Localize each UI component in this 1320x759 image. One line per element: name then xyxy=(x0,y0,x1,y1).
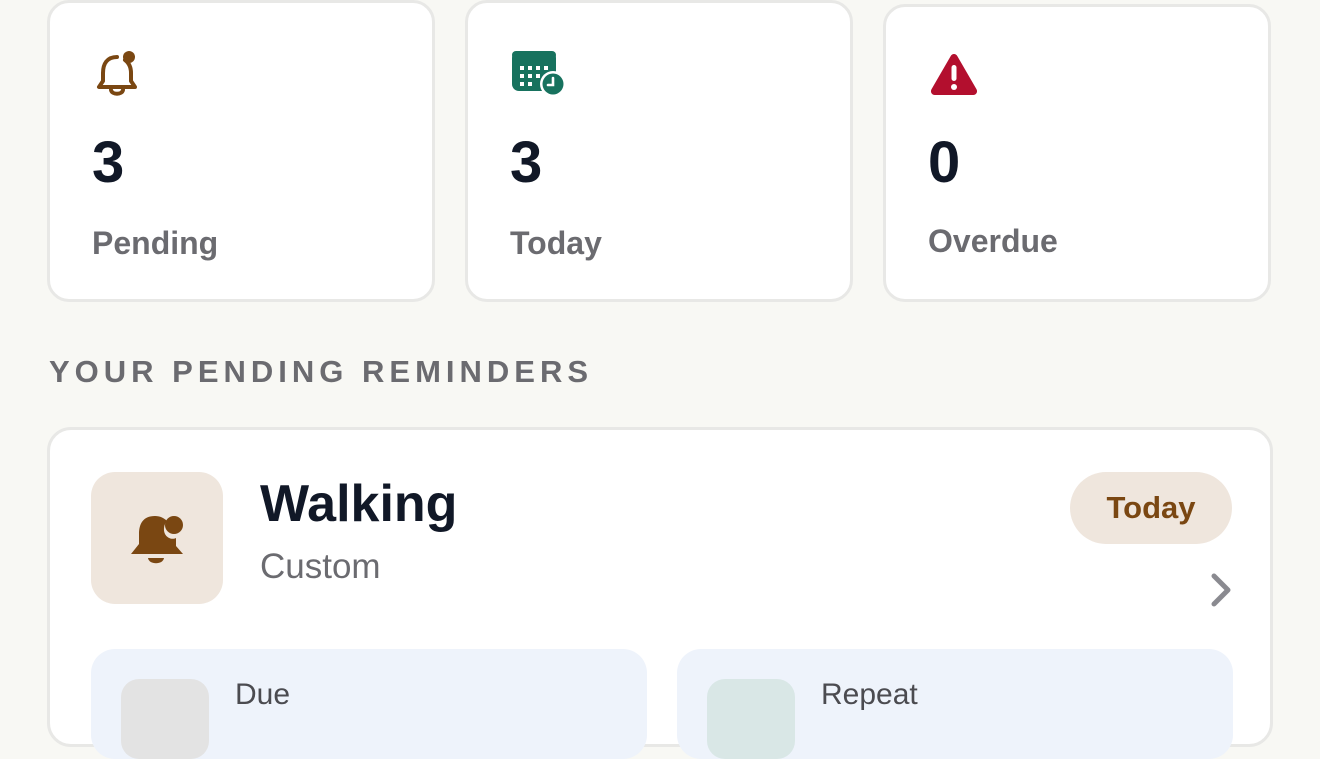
stat-label: Overdue xyxy=(928,223,1058,259)
reminder-title: Walking xyxy=(260,475,458,533)
stat-label: Pending xyxy=(92,225,219,261)
repeat-info: Repeat xyxy=(677,649,1233,759)
due-label: Due xyxy=(235,678,291,711)
reminder-card[interactable]: Walking Custom Today Due Repeat xyxy=(47,427,1273,759)
stat-value: 3 xyxy=(92,130,125,195)
reminder-icon-box xyxy=(91,472,223,604)
stat-value: 0 xyxy=(928,130,961,195)
bell-icon xyxy=(131,516,183,564)
repeat-icon xyxy=(707,679,795,759)
chevron-right-icon[interactable] xyxy=(1206,570,1236,615)
stat-card-overdue[interactable]: 0 Overdue xyxy=(883,4,1271,302)
reminder-subtitle: Custom xyxy=(260,547,381,586)
due-info: Due xyxy=(91,649,647,759)
stat-card-today[interactable]: 3 Today xyxy=(465,0,853,302)
due-icon xyxy=(121,679,209,759)
calendar-clock-icon xyxy=(510,49,566,101)
warning-icon xyxy=(928,51,984,103)
status-badge: Today xyxy=(1070,472,1232,544)
bell-icon xyxy=(92,49,148,101)
stat-card-pending[interactable]: 3 Pending xyxy=(47,0,435,302)
stat-label: Today xyxy=(510,225,602,261)
section-title: YOUR PENDING REMINDERS xyxy=(49,354,594,389)
stat-value: 3 xyxy=(510,130,543,195)
repeat-label: Repeat xyxy=(821,678,918,711)
